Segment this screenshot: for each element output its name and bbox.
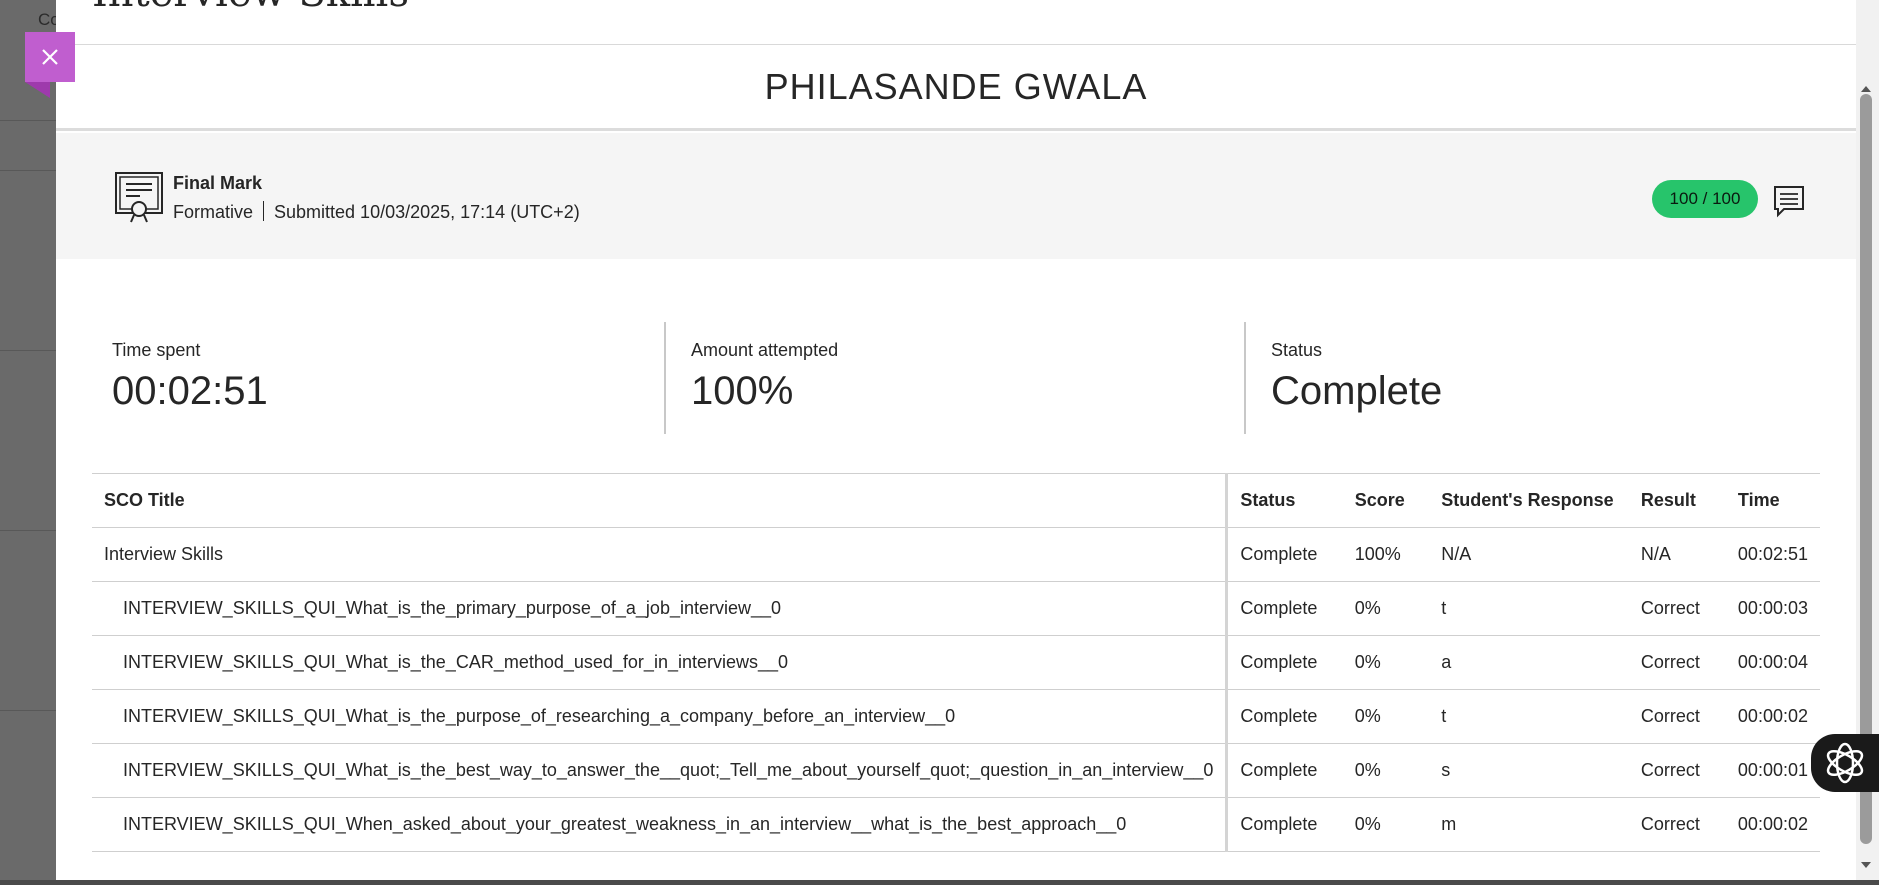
student-name: PHILASANDE GWALA <box>764 66 1148 107</box>
submission-info: Formative Submitted 10/03/2025, 17:14 (UT… <box>173 201 580 223</box>
sco-title: Interview Skills <box>92 527 1229 582</box>
column-header-sco-title: SCO Title <box>92 473 1229 528</box>
column-header-time: Time <box>1725 473 1820 528</box>
sco-result: Correct <box>1628 635 1726 690</box>
certificate-icon <box>115 172 163 223</box>
sco-score: 0% <box>1342 797 1430 852</box>
sco-title: INTERVIEW_SKILLS_QUI_What_is_the_CAR_met… <box>92 635 1229 690</box>
final-mark-summary: Final Mark Formative Submitted 10/03/2025… <box>56 133 1856 259</box>
sco-status: Complete <box>1226 797 1343 852</box>
sco-time: 00:02:51 <box>1725 527 1820 582</box>
scroll-thumb[interactable] <box>1860 94 1872 844</box>
sco-response: s <box>1429 743 1629 798</box>
close-button-tab <box>25 82 50 98</box>
stat-status: Status Complete <box>1271 318 1791 434</box>
divider <box>56 44 1856 45</box>
table-row: INTERVIEW_SKILLS_QUI_What_is_the_primary… <box>92 581 1820 636</box>
close-button[interactable] <box>25 32 75 82</box>
sco-status: Complete <box>1226 689 1343 744</box>
sco-score: 0% <box>1342 581 1430 636</box>
sco-results-table: SCO Title Status Score Student's Respons… <box>92 473 1820 852</box>
feedback-icon[interactable] <box>1772 184 1806 218</box>
panel-title: Interview Skills <box>92 0 409 16</box>
sco-score: 0% <box>1342 689 1430 744</box>
stat-label: Amount attempted <box>691 340 839 360</box>
sco-score: 100% <box>1342 527 1430 582</box>
table-row: Interview Skills Complete 100% N/A N/A 0… <box>92 527 1820 582</box>
stat-amount-attempted: Amount attempted 100% <box>691 318 1211 434</box>
sco-status: Complete <box>1226 581 1343 636</box>
score-badge: 100 / 100 <box>1652 180 1758 218</box>
sco-result: Correct <box>1628 689 1726 744</box>
close-icon <box>42 49 58 65</box>
stat-value: Complete <box>1271 369 1443 413</box>
sco-title: INTERVIEW_SKILLS_QUI_What_is_the_purpose… <box>92 689 1229 744</box>
scroll-up-arrow-icon[interactable] <box>1861 86 1871 92</box>
sco-response: t <box>1429 689 1629 744</box>
stat-divider <box>664 322 666 434</box>
sco-result: Correct <box>1628 581 1726 636</box>
backdrop-page: Co <box>0 0 60 885</box>
sco-response: t <box>1429 581 1629 636</box>
divider <box>56 128 1856 131</box>
sco-score: 0% <box>1342 743 1430 798</box>
column-header-score: Score <box>1342 473 1430 528</box>
sco-status: Complete <box>1226 743 1343 798</box>
column-header-result: Result <box>1628 473 1726 528</box>
grade-detail-panel: Interview Skills PHILASANDE GWALA Final … <box>56 0 1856 880</box>
assistant-button[interactable] <box>1811 734 1879 792</box>
sco-response: m <box>1429 797 1629 852</box>
attempt-stats: Time spent 00:02:51 Amount attempted 100… <box>56 318 1856 438</box>
stat-time-spent: Time spent 00:02:51 <box>112 318 632 434</box>
stat-value: 100% <box>691 369 794 413</box>
table-row: INTERVIEW_SKILLS_QUI_What_is_the_CAR_met… <box>92 635 1820 690</box>
column-header-status: Status <box>1226 473 1343 528</box>
column-header-response: Student's Response <box>1429 473 1629 528</box>
stat-value: 00:02:51 <box>112 369 268 413</box>
table-header-row: SCO Title Status Score Student's Respons… <box>92 473 1820 528</box>
final-mark-label: Final Mark <box>173 173 263 193</box>
separator <box>263 201 265 221</box>
stat-label: Time spent <box>112 340 201 360</box>
stat-label: Status <box>1271 340 1323 360</box>
window-bottom-edge <box>0 880 1879 885</box>
sco-result: N/A <box>1628 527 1726 582</box>
table-row: INTERVIEW_SKILLS_QUI_What_is_the_purpose… <box>92 689 1820 744</box>
assessment-type: Formative <box>173 202 254 222</box>
sco-status: Complete <box>1226 635 1343 690</box>
sco-status: Complete <box>1226 527 1343 582</box>
assistant-icon <box>1826 742 1864 784</box>
sco-time: 00:00:03 <box>1725 581 1820 636</box>
submitted-date: Submitted 10/03/2025, 17:14 (UTC+2) <box>274 202 580 222</box>
table-row: INTERVIEW_SKILLS_QUI_When_asked_about_yo… <box>92 797 1820 852</box>
sco-title: INTERVIEW_SKILLS_QUI_When_asked_about_yo… <box>92 797 1229 852</box>
sco-title: INTERVIEW_SKILLS_QUI_What_is_the_primary… <box>92 581 1229 636</box>
sco-time: 00:00:02 <box>1725 797 1820 852</box>
sco-time: 00:00:04 <box>1725 635 1820 690</box>
sco-time: 00:00:02 <box>1725 689 1820 744</box>
stat-divider <box>1244 322 1246 434</box>
scroll-down-arrow-icon[interactable] <box>1861 862 1871 868</box>
sco-response: a <box>1429 635 1629 690</box>
sco-response: N/A <box>1429 527 1629 582</box>
sco-result: Correct <box>1628 743 1726 798</box>
sco-result: Correct <box>1628 797 1726 852</box>
sco-title: INTERVIEW_SKILLS_QUI_What_is_the_best_wa… <box>92 743 1229 798</box>
sco-score: 0% <box>1342 635 1430 690</box>
sco-time: 00:00:01 <box>1725 743 1820 798</box>
table-row: INTERVIEW_SKILLS_QUI_What_is_the_best_wa… <box>92 743 1820 798</box>
